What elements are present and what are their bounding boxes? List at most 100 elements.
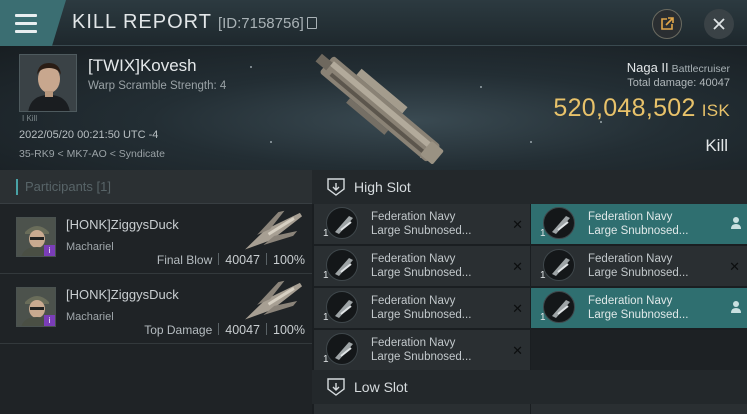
participant-percent: 100%: [273, 323, 305, 337]
high-slot-label: High Slot: [354, 179, 411, 195]
victim-ship-name[interactable]: Naga II Battlecruiser: [627, 60, 730, 75]
low-slot-header: Low Slot: [312, 370, 747, 404]
participant-row[interactable]: i [HONK]ZiggysDuck Machariel Final Blow 4…: [0, 204, 312, 274]
participant-ship: Machariel: [66, 311, 114, 323]
module-name: Federation Navy Large Snubnosed...: [588, 210, 688, 238]
module-icon: [543, 207, 575, 239]
module-name: Federation Navy Large Snubnosed...: [371, 210, 471, 238]
page-title: KILL REPORT [ID:7158756]: [72, 11, 317, 34]
total-damage-label: Total damage:: [627, 77, 697, 89]
kill-result: Kill: [705, 136, 728, 155]
hamburger-menu-icon[interactable]: [0, 0, 52, 46]
module-quantity: 1: [323, 312, 329, 323]
module-item[interactable]: 1 Federation Navy Large Snubnosed... ✕: [531, 246, 747, 286]
module-name-line2: Large Snubnosed...: [588, 309, 689, 321]
module-icon: [326, 333, 358, 365]
module-item[interactable]: 1 Federation Navy Large Snubnosed...: [531, 204, 747, 244]
module-quantity: 1: [323, 228, 329, 239]
kill-datetime: 2022/05/20 00:21:50 UTC -4: [19, 129, 159, 141]
high-slot-icon: [327, 178, 345, 196]
destroyed-x-icon: ✕: [512, 343, 523, 358]
module-name-line1: Federation Navy: [371, 337, 456, 349]
dropped-person-icon: [731, 217, 741, 229]
module-name-line1: Federation Navy: [588, 295, 673, 307]
module-icon: [326, 249, 358, 281]
isk-amount: 520,048,502: [553, 94, 696, 122]
module-icon: [326, 291, 358, 323]
participant-ship-image[interactable]: [238, 278, 308, 326]
kill-tag: I Kill: [22, 114, 38, 123]
close-button[interactable]: [704, 9, 734, 39]
module-name-line2: Large Snubnosed...: [371, 267, 472, 279]
participants-header-label: Participants [1]: [25, 179, 111, 194]
module-icon: [326, 207, 358, 239]
module-name-line2: Large Snubnosed...: [588, 267, 689, 279]
module-name-line1: Federation Navy: [371, 295, 456, 307]
destroyed-x-icon: ✕: [512, 259, 523, 274]
kill-report-header: KILL REPORT [ID:7158756]: [0, 0, 747, 46]
module-name-line2: Large Snubnosed...: [371, 225, 472, 237]
module-empty-cell: [531, 330, 747, 370]
module-name-line2: Large Snubnosed...: [588, 225, 689, 237]
module-name: Federation Navy Large Snubnosed...: [588, 252, 688, 280]
destroyed-x-icon: ✕: [512, 217, 523, 232]
victim-ship-image[interactable]: [300, 50, 460, 168]
low-slot-label: Low Slot: [354, 379, 408, 395]
kill-summary: [TWIX]Kovesh Warp Scramble Strength: 4 I…: [0, 46, 747, 170]
victim-avatar[interactable]: [19, 54, 77, 112]
module-item-partial[interactable]: [531, 404, 747, 414]
module-item[interactable]: 1 Federation Navy Large Snubnosed... ✕: [314, 288, 530, 328]
participants-header-bar: [16, 179, 18, 195]
kill-id: [ID:7158756]: [217, 15, 304, 32]
module-item[interactable]: 1 Federation Navy Large Snubnosed... ✕: [314, 330, 530, 370]
participant-name[interactable]: [HONK]ZiggysDuck: [66, 287, 179, 302]
module-icon: [543, 291, 575, 323]
module-name-line1: Federation Navy: [588, 211, 673, 223]
module-icon: [543, 249, 575, 281]
ship-class: Battlecruiser: [671, 63, 730, 75]
participant-role: Top Damage: [144, 323, 213, 337]
module-item-partial[interactable]: [314, 404, 530, 414]
dropped-person-icon: [731, 301, 741, 313]
participant-stats: Top Damage 40047 100%: [144, 323, 305, 337]
module-name: Federation Navy Large Snubnosed...: [588, 294, 688, 322]
kill-location[interactable]: 35-RK9 < MK7-AO < Syndicate: [19, 148, 165, 160]
fitting-panel: High Slot 1 Federation Navy Large Snubnos…: [312, 170, 747, 414]
high-slot-header: High Slot: [312, 170, 747, 204]
isk-value: 520,048,502 ISK: [553, 94, 730, 123]
participants-header[interactable]: Participants [1]: [0, 170, 312, 204]
destroyed-x-icon: ✕: [512, 301, 523, 316]
participant-row[interactable]: i [HONK]ZiggysDuck Machariel Top Damage 4…: [0, 274, 312, 344]
total-damage: Total damage: 40047: [627, 77, 730, 89]
ship-name-text: Naga II: [626, 60, 669, 75]
participant-damage: 40047: [225, 253, 261, 267]
participant-ship-image[interactable]: [238, 208, 308, 256]
participant-role: Final Blow: [156, 253, 213, 267]
module-name: Federation Navy Large Snubnosed...: [371, 294, 471, 322]
participant-info-icon[interactable]: i: [44, 245, 55, 256]
participants-panel: Participants [1] i [HONK]ZiggysDuck Mach…: [0, 170, 312, 414]
module-quantity: 1: [540, 270, 546, 281]
module-name-line2: Large Snubnosed...: [371, 309, 472, 321]
module-name: Federation Navy Large Snubnosed...: [371, 336, 471, 364]
module-name-line1: Federation Navy: [371, 253, 456, 265]
module-quantity: 1: [323, 354, 329, 365]
module-quantity: 1: [540, 228, 546, 239]
share-button[interactable]: [652, 9, 682, 39]
total-damage-value: 40047: [699, 77, 730, 89]
participant-info-icon[interactable]: i: [44, 315, 55, 326]
module-item[interactable]: 1 Federation Navy Large Snubnosed... ✕: [314, 246, 530, 286]
module-item[interactable]: 1 Federation Navy Large Snubnosed...: [531, 288, 747, 328]
header-notch: [52, 0, 66, 46]
module-quantity: 1: [540, 312, 546, 323]
participant-stats: Final Blow 40047 100%: [157, 253, 305, 267]
module-name-line1: Federation Navy: [371, 211, 456, 223]
participant-percent: 100%: [273, 253, 305, 267]
participant-damage: 40047: [225, 323, 261, 337]
module-item[interactable]: 1 Federation Navy Large Snubnosed... ✕: [314, 204, 530, 244]
copy-icon[interactable]: [306, 17, 317, 29]
victim-name[interactable]: [TWIX]Kovesh: [88, 56, 197, 76]
isk-unit: ISK: [701, 101, 730, 120]
module-name-line1: Federation Navy: [588, 253, 673, 265]
participant-name[interactable]: [HONK]ZiggysDuck: [66, 217, 179, 232]
